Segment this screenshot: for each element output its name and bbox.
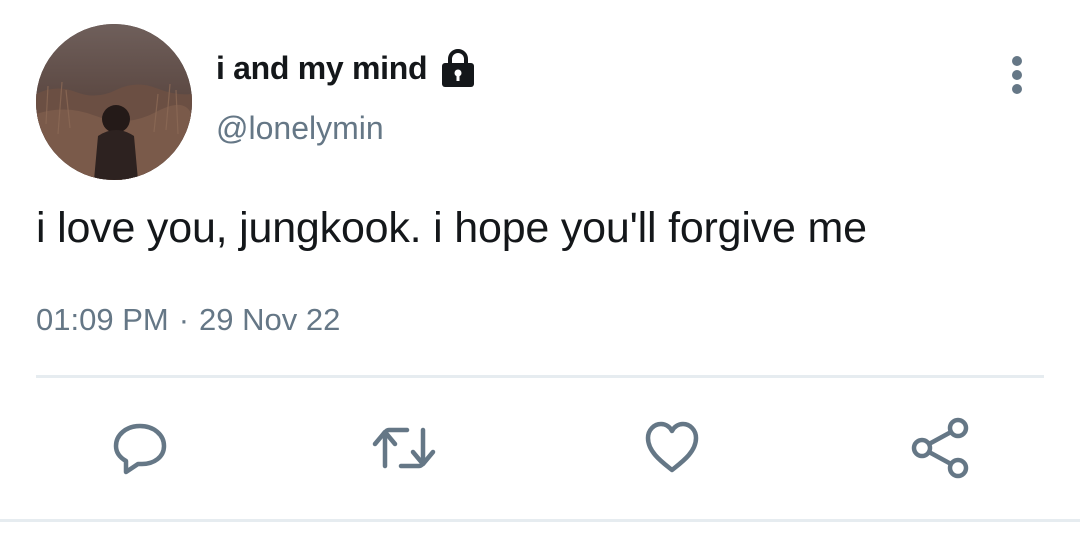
tweet-time: 01:09 PM	[36, 302, 169, 337]
retweet-button[interactable]	[366, 410, 442, 486]
tweet-date: 29 Nov 22	[199, 302, 341, 337]
action-bar	[0, 410, 1080, 486]
tweet-card: i and my mind @lonelymin i love you, jun…	[0, 0, 1080, 540]
author-handle[interactable]: @lonelymin	[216, 110, 384, 147]
divider	[36, 375, 1044, 378]
bottom-divider	[0, 519, 1080, 522]
avatar-photo	[36, 24, 192, 180]
share-icon	[911, 417, 969, 479]
lock-icon	[439, 48, 477, 88]
meta-separator: ·	[178, 302, 190, 337]
like-button[interactable]	[634, 410, 710, 486]
heart-icon	[645, 421, 699, 473]
avatar[interactable]	[36, 24, 192, 180]
retweet-icon	[372, 427, 436, 469]
tweet-text: i love you, jungkook. i hope you'll forg…	[36, 204, 867, 252]
share-button[interactable]	[902, 410, 978, 486]
more-vertical-icon[interactable]	[1002, 54, 1032, 98]
reply-icon	[113, 423, 167, 475]
tweet-meta: 01:09 PM · 29 Nov 22	[36, 302, 340, 338]
display-name[interactable]: i and my mind	[216, 50, 428, 87]
reply-button[interactable]	[102, 410, 178, 486]
author-name-row: i and my mind	[216, 46, 477, 90]
